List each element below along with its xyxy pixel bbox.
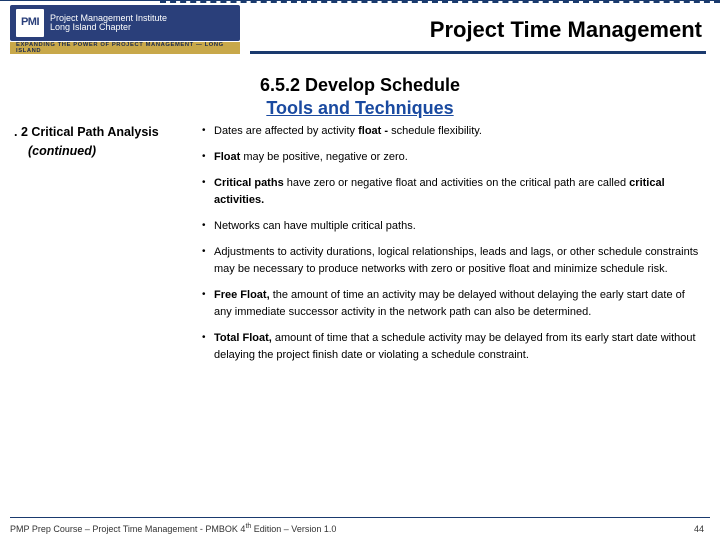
list-item: Dates are affected by activity float - s… (202, 123, 702, 140)
list-item: Networks can have multiple critical path… (202, 218, 702, 235)
footer-text: PMP Prep Course – Project Time Managemen… (10, 523, 336, 534)
list-item: Critical paths have zero or negative flo… (202, 175, 702, 209)
list-item: Free Float, the amount of time an activi… (202, 287, 702, 321)
title-underline (250, 51, 706, 54)
footer-divider (10, 517, 710, 518)
bullet-list: Dates are affected by activity float - s… (202, 123, 702, 365)
topic-heading: . 2 Critical Path Analysis (14, 125, 159, 139)
topic-continued: (continued) (14, 142, 192, 161)
page-title: Project Time Management (430, 17, 702, 43)
pmi-logo-mark: PMI (16, 9, 44, 37)
list-item: Float may be positive, negative or zero. (202, 149, 702, 166)
page-number: 44 (694, 524, 704, 534)
section-subtitle: Tools and Techniques (0, 97, 720, 120)
section-number: 6.5.2 Develop Schedule (0, 74, 720, 97)
pmi-logo: PMI Project Management Institute Long Is… (10, 5, 240, 41)
list-item: Adjustments to activity durations, logic… (202, 244, 702, 278)
logo-tagline: Expanding the Power of Project Managemen… (10, 42, 240, 54)
list-item: Total Float, amount of time that a sched… (202, 330, 702, 364)
logo-line2: Long Island Chapter (50, 23, 167, 32)
